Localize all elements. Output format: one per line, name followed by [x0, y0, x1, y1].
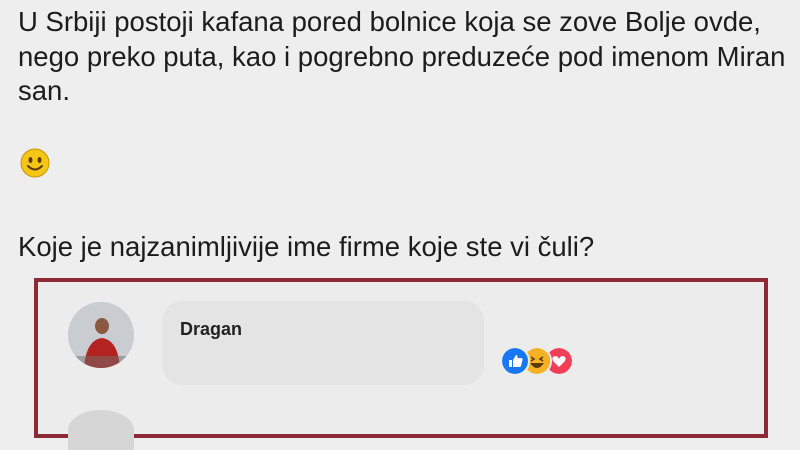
smiley-face-icon [20, 148, 50, 178]
reaction-summary[interactable] [500, 346, 600, 376]
post-text: U Srbiji postoji kafana pored bolnice ko… [18, 6, 786, 107]
user-photo-icon [68, 302, 134, 368]
highlighted-comment: Dragan [34, 278, 768, 450]
comment-bubble[interactable]: Dragan [162, 301, 484, 385]
comment-author[interactable]: Dragan [180, 319, 242, 340]
like-icon [500, 346, 530, 376]
next-comment-avatar[interactable] [68, 410, 134, 450]
post-question: Koje je najzanimljivije ime firme koje s… [18, 231, 595, 262]
avatar[interactable] [68, 302, 134, 368]
